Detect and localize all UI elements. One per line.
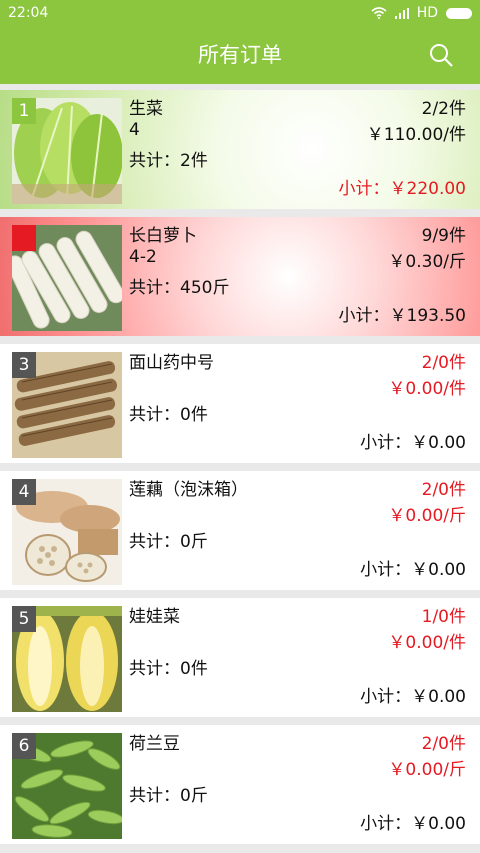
order-subtotal: 小计：￥220.00 xyxy=(338,179,466,199)
order-total: 共计：0斤 xyxy=(129,786,208,806)
search-icon[interactable] xyxy=(428,42,454,68)
order-index-badge: 2 xyxy=(12,225,36,251)
product-name: 生菜 xyxy=(129,99,163,119)
order-subtotal: 小计：￥0.00 xyxy=(360,433,466,453)
order-index-badge: 3 xyxy=(12,352,36,378)
network-type: HD xyxy=(416,5,438,21)
app-header: 所有订单 xyxy=(0,26,480,84)
order-item[interactable]: 5 娃娃菜 共计：0件 1/0件 ￥0.00/件 小计：￥0.00 xyxy=(0,598,480,717)
order-subtotal: 小计：￥0.00 xyxy=(360,814,466,834)
product-name: 面山药中号 xyxy=(129,353,214,373)
status-time: 22:04 xyxy=(8,5,49,21)
order-quantity: 2/0件 xyxy=(421,353,466,373)
status-icons: HD xyxy=(371,5,472,21)
order-item[interactable]: 1 生菜 4 共计：2件 2/2件 ￥110.00/件 小计：￥220.00 xyxy=(0,90,480,209)
order-total: 共计：450斤 xyxy=(129,278,230,298)
unit-price: ￥0.00/件 xyxy=(388,633,466,653)
product-name: 荷兰豆 xyxy=(129,734,180,754)
product-name: 莲藕（泡沫箱） xyxy=(129,480,248,500)
product-spec: 4 xyxy=(129,120,140,140)
unit-price: ￥0.00/斤 xyxy=(388,760,466,780)
order-quantity: 9/9件 xyxy=(421,226,466,246)
order-total: 共计：0件 xyxy=(129,405,208,425)
order-subtotal: 小计：￥193.50 xyxy=(338,306,466,326)
order-total: 共计：0斤 xyxy=(129,532,208,552)
order-quantity: 1/0件 xyxy=(421,607,466,627)
product-name: 娃娃菜 xyxy=(129,607,180,627)
order-total: 共计：2件 xyxy=(129,151,208,171)
order-quantity: 2/0件 xyxy=(421,734,466,754)
order-quantity: 2/0件 xyxy=(421,480,466,500)
signal-icon xyxy=(394,7,409,19)
unit-price: ￥110.00/件 xyxy=(366,125,466,145)
page-title: 所有订单 xyxy=(198,43,282,67)
battery-icon xyxy=(446,7,472,19)
unit-price: ￥0.00/斤 xyxy=(388,506,466,526)
order-item[interactable]: 2 长白萝卜 4-2 共计：450斤 9/9件 ￥0.30/斤 小计：￥193.… xyxy=(0,217,480,336)
order-index-badge: 1 xyxy=(12,98,36,124)
order-index-badge: 6 xyxy=(12,733,36,759)
order-subtotal: 小计：￥0.00 xyxy=(360,560,466,580)
order-item[interactable]: 4 莲藕（泡沫箱） 共计：0斤 2/0件 ￥0.00/斤 小计：￥0.00 xyxy=(0,471,480,590)
order-quantity: 2/2件 xyxy=(421,99,466,119)
status-bar: 22:04 HD xyxy=(0,0,480,26)
unit-price: ￥0.30/斤 xyxy=(388,252,466,272)
order-index-badge: 4 xyxy=(12,479,36,505)
order-subtotal: 小计：￥0.00 xyxy=(360,687,466,707)
order-total: 共计：0件 xyxy=(129,659,208,679)
unit-price: ￥0.00/件 xyxy=(388,379,466,399)
product-name: 长白萝卜 xyxy=(129,226,197,246)
product-spec: 4-2 xyxy=(129,247,157,267)
order-item[interactable]: 3 面山药中号 共计：0件 2/0件 ￥0.00/件 小计：￥0.00 xyxy=(0,344,480,463)
order-index-badge: 5 xyxy=(12,606,36,632)
wifi-icon xyxy=(371,7,387,19)
order-item[interactable]: 6 荷兰豆 共计：0斤 2/0件 ￥0.00/斤 小计：￥0.00 xyxy=(0,725,480,844)
